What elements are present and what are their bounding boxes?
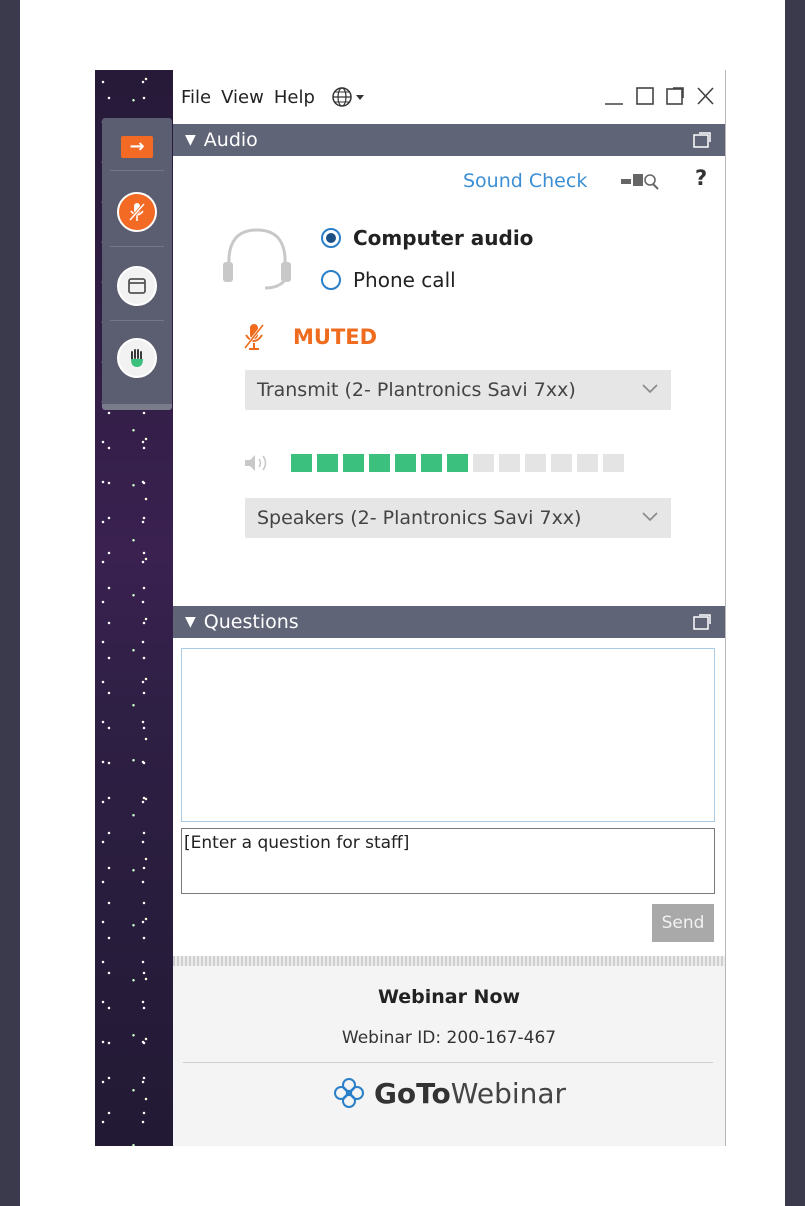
computer-audio-label: Computer audio [353, 226, 534, 250]
volume-level-bar [603, 454, 624, 472]
language-menu-button[interactable] [331, 86, 367, 108]
phone-call-radio[interactable] [321, 270, 341, 290]
webinar-id: Webinar ID: 200-167-467 [341, 1028, 557, 1048]
window-icon [117, 266, 157, 306]
mute-status: MUTED [243, 322, 377, 352]
divider [110, 170, 164, 171]
volume-level-bar [291, 454, 312, 472]
questions-panel-header[interactable]: ▼ Questions [173, 606, 725, 638]
gotowebinar-logo: GoTo Webinar [173, 1076, 725, 1110]
menu-bar: File View Help [173, 70, 725, 124]
muted-label: MUTED [293, 325, 378, 349]
mute-toggle-button[interactable] [102, 176, 172, 248]
question-input[interactable]: [Enter a question for staff] [181, 828, 715, 894]
menu-file[interactable]: File [181, 87, 211, 108]
volume-level-bar [473, 454, 494, 472]
menu-view[interactable]: View [221, 87, 264, 108]
show-webcam-button[interactable] [102, 250, 172, 322]
phone-call-option[interactable]: Phone call [321, 268, 456, 292]
popout-icon[interactable] [665, 84, 685, 108]
audio-settings-button[interactable] [621, 172, 661, 190]
popout-icon[interactable] [693, 614, 711, 630]
volume-level-bar [499, 454, 520, 472]
close-icon[interactable] [695, 84, 715, 108]
divider [110, 246, 164, 247]
computer-audio-option[interactable]: Computer audio [321, 226, 533, 250]
volume-level-bar [551, 454, 572, 472]
chevron-down-icon [642, 384, 658, 394]
divider [183, 1062, 713, 1063]
muted-mic-icon [117, 192, 157, 232]
logo-goto-text: GoTo [373, 1076, 451, 1110]
speaker-level-meter [243, 452, 624, 474]
computer-audio-radio[interactable] [321, 228, 341, 248]
maximize-icon[interactable] [635, 84, 655, 108]
questions-panel-title: Questions [203, 611, 299, 633]
resize-handle[interactable] [173, 956, 725, 966]
volume-level-bar [395, 454, 416, 472]
webinar-info-footer: Webinar Now Webinar ID: 200-167-467 GoTo… [173, 966, 725, 1146]
volume-level-bar [447, 454, 468, 472]
audio-settings-icon [621, 174, 659, 190]
collapse-triangle-icon: ▼ [185, 614, 196, 630]
globe-icon [332, 87, 364, 107]
volume-level-bar [577, 454, 598, 472]
transmit-device-value: Transmit (2- Plantronics Savi 7xx) [257, 379, 576, 401]
speaker-device-select[interactable]: Speakers (2- Plantronics Savi 7xx) [245, 498, 671, 538]
muted-mic-icon [243, 324, 265, 350]
volume-level-bars [291, 454, 624, 472]
popout-icon[interactable] [693, 132, 711, 148]
raise-hand-button[interactable] [102, 322, 172, 394]
volume-level-bar [525, 454, 546, 472]
gotowebinar-control-panel: File View Help ▼ Audio Sound Check ? Com… [173, 70, 726, 1146]
volume-level-bar [343, 454, 364, 472]
help-button[interactable]: ? [695, 166, 707, 190]
volume-level-bar [421, 454, 442, 472]
transmit-device-select[interactable]: Transmit (2- Plantronics Savi 7xx) [245, 370, 671, 410]
collapse-panel-button[interactable]: → [102, 130, 172, 164]
collapse-triangle-icon: ▼ [185, 132, 196, 148]
minimize-icon[interactable] [603, 84, 625, 108]
window-controls [603, 84, 715, 108]
gotowebinar-flower-icon [333, 1078, 364, 1108]
volume-level-bar [317, 454, 338, 472]
send-button[interactable]: Send [652, 904, 714, 942]
audio-panel-title: Audio [203, 129, 258, 151]
divider [110, 320, 164, 321]
volume-level-bar [369, 454, 390, 472]
phone-call-label: Phone call [353, 268, 456, 292]
control-panel-grab-tab: → [102, 118, 172, 410]
audio-panel-header[interactable]: ▼ Audio [173, 124, 725, 156]
webinar-title: Webinar Now [377, 986, 521, 1008]
chevron-down-icon [642, 512, 658, 522]
logo-webinar-text: Webinar [450, 1076, 567, 1110]
speaker-device-value: Speakers (2- Plantronics Savi 7xx) [257, 507, 582, 529]
sound-check-link[interactable]: Sound Check [463, 170, 587, 192]
questions-log[interactable] [181, 648, 715, 822]
speaker-icon [245, 455, 267, 471]
menu-help[interactable]: Help [274, 87, 315, 108]
arrow-right-icon: → [121, 136, 153, 158]
raise-hand-icon [117, 338, 157, 378]
headset-icon [219, 222, 295, 296]
